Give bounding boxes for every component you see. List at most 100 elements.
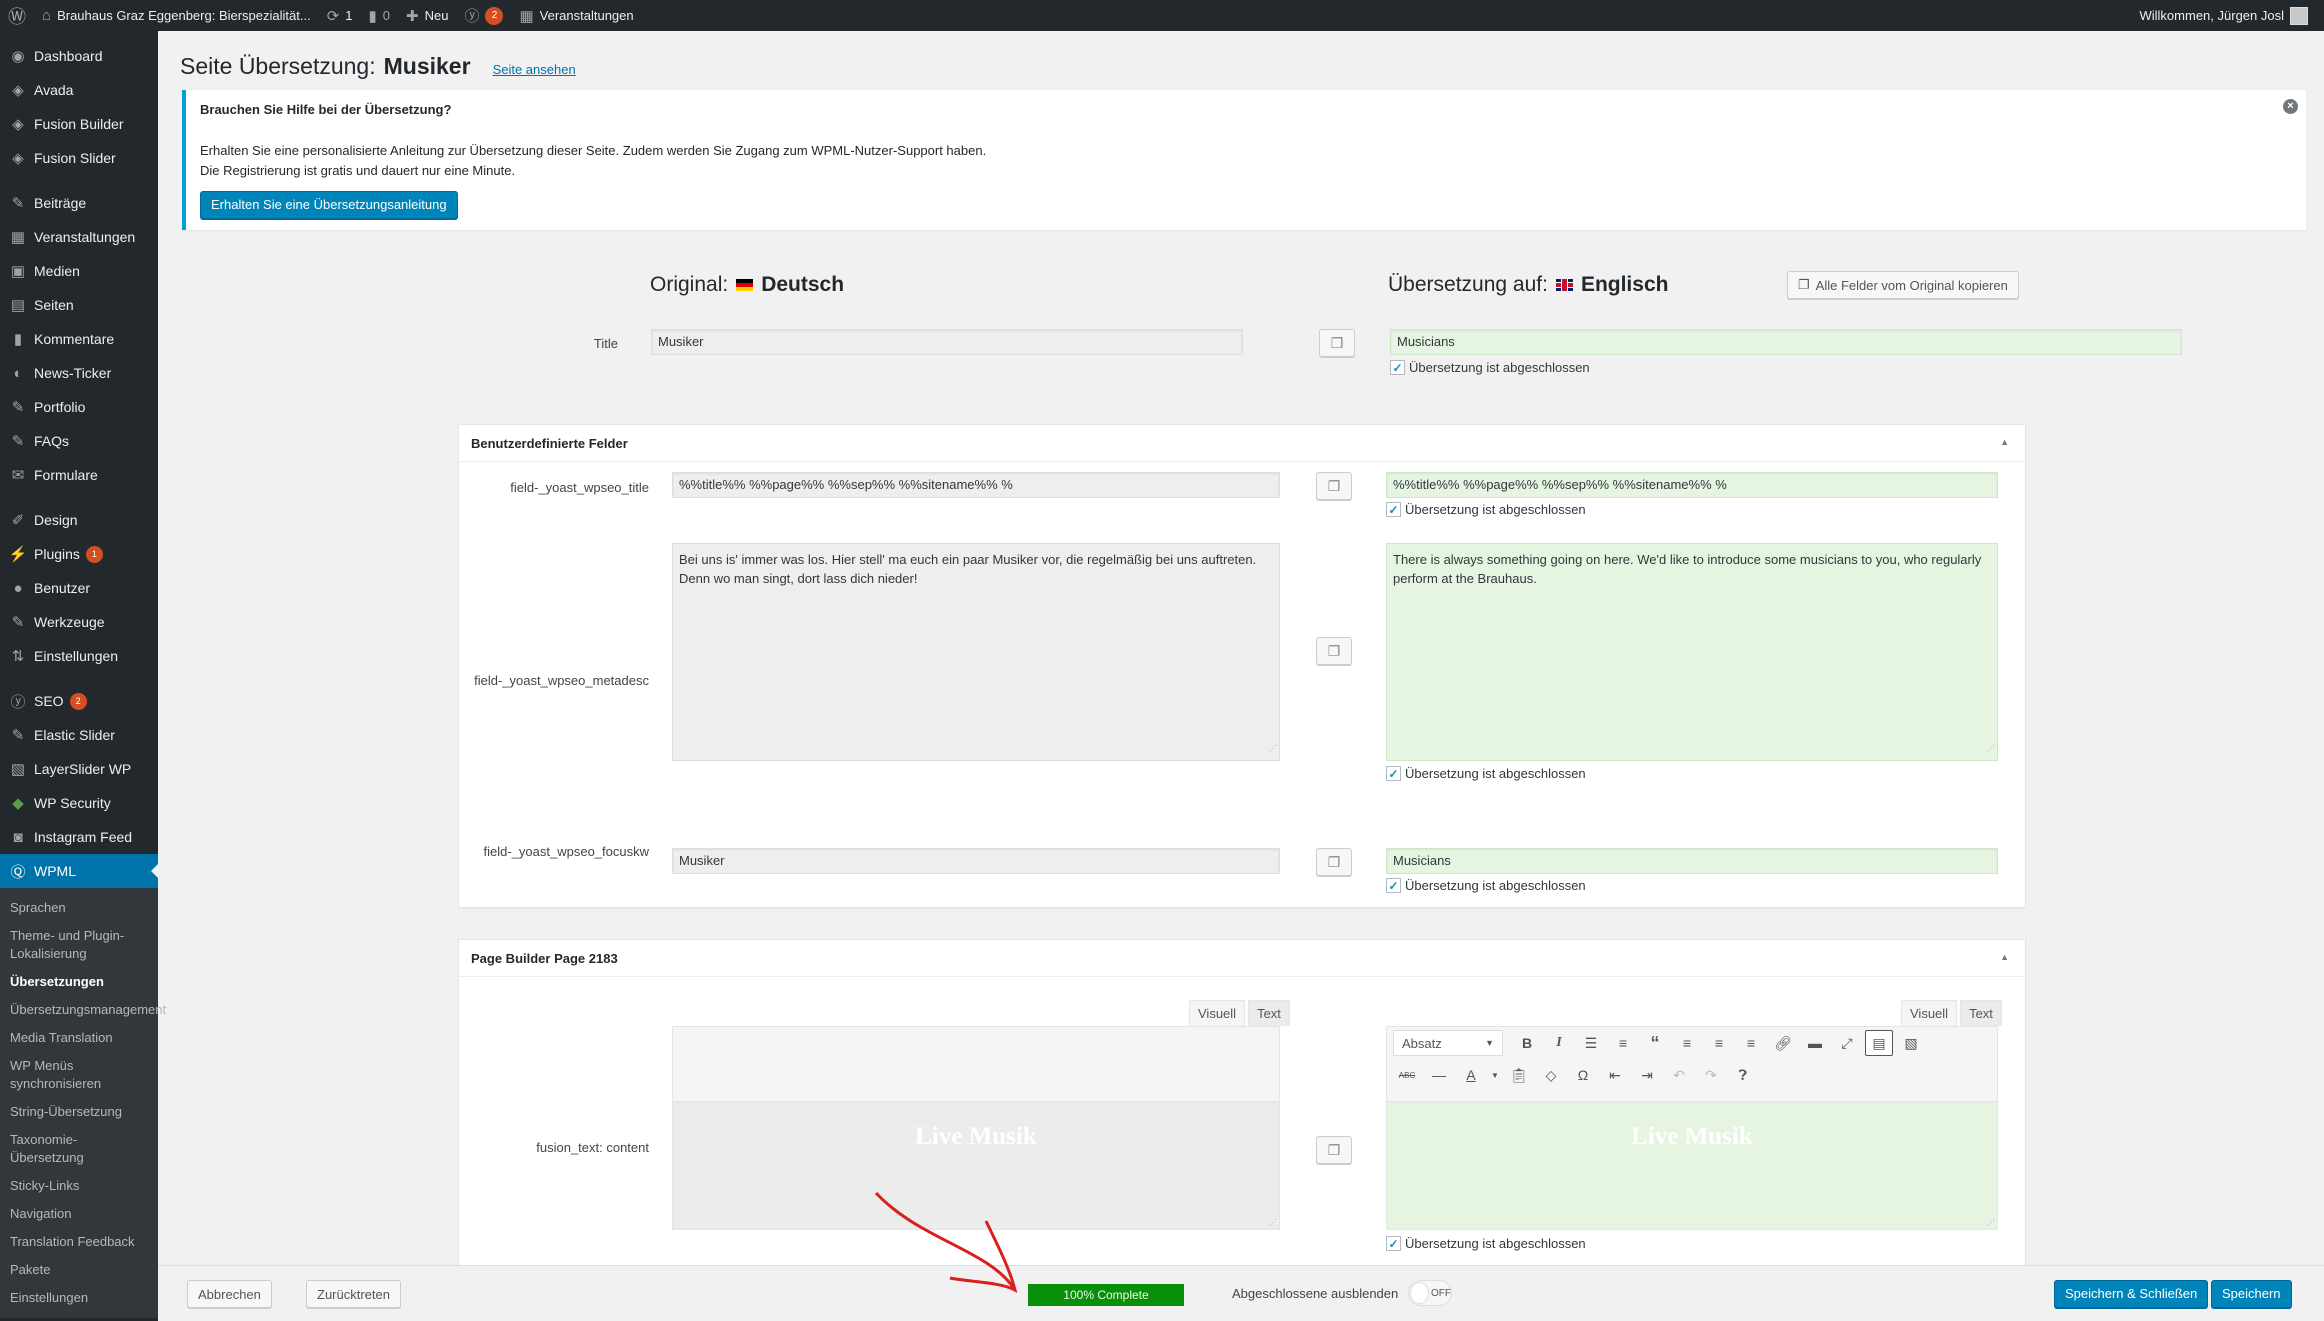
new-content-menu[interactable]: ✚ Neu [398,0,456,31]
sidebar-item-instagram-feed[interactable]: ◙ Instagram Feed [0,820,158,854]
collapse-toggle-icon[interactable]: ▲ [2000,437,2009,447]
dismiss-notice-icon[interactable]: × [2283,99,2298,114]
numbered-list-icon[interactable]: ≡ [1609,1030,1637,1056]
resign-button[interactable]: Zurücktreten [306,1280,401,1308]
field-complete-checkbox[interactable]: ✓ Übersetzung ist abgeschlossen [1386,878,1586,893]
translation-input[interactable]: %%title%% %%page%% %%sep%% %%sitename%% … [1386,472,1998,498]
updates-menu[interactable]: ⟳ 1 [319,0,361,31]
title-complete-checkbox[interactable]: ✓ Übersetzung ist abgeschlossen [1390,360,1590,375]
indent-icon[interactable]: ⇥ [1633,1062,1661,1088]
link-icon[interactable]: 🔗︎ [1769,1030,1797,1056]
sidebar-item-plugins[interactable]: ⚡ Plugins 1 [0,537,158,571]
submenu-item[interactable]: Übersetzungen [0,968,158,996]
read-more-icon[interactable]: ▬ [1801,1030,1829,1056]
bold-icon[interactable]: B [1513,1030,1541,1056]
format-select[interactable]: Absatz ▼ [1393,1030,1503,1056]
submenu-item[interactable]: Sprachen [0,894,158,922]
redo-icon[interactable]: ↷ [1697,1062,1725,1088]
copy-title-button[interactable]: ❐ [1319,329,1355,357]
my-account-menu[interactable]: Willkommen, Jürgen Josl [2132,0,2317,31]
strikethrough-icon[interactable]: ABC [1393,1062,1421,1088]
submenu-item[interactable]: Einstellungen [0,1284,158,1312]
text-color-icon[interactable]: A [1457,1062,1485,1088]
blockquote-icon[interactable]: “ [1641,1030,1669,1056]
help-icon[interactable]: ❓︎ [1729,1062,1757,1088]
copy-all-fields-button[interactable]: ❐ Alle Felder vom Original kopieren [1787,271,2019,299]
sidebar-item-benutzer[interactable]: ● Benutzer [0,571,158,605]
paste-text-icon[interactable]: 📋︎ [1505,1062,1533,1088]
outdent-icon[interactable]: ⇤ [1601,1062,1629,1088]
hide-completed-toggle[interactable]: OFF [1408,1280,1452,1306]
tab-text[interactable]: Text [1248,1000,1290,1026]
sidebar-item-wp-security[interactable]: ◆ WP Security [0,786,158,820]
submenu-item[interactable]: Translation Feedback [0,1228,158,1256]
submenu-item[interactable]: Übersetzungsmanagement [0,996,166,1024]
sidebar-item-beiträge[interactable]: ✎ Beiträge [0,186,158,220]
save-button[interactable]: Speichern [2211,1280,2292,1308]
sidebar-item-elastic-slider[interactable]: ✎ Elastic Slider [0,718,158,752]
sidebar-item-faqs[interactable]: ✎ FAQs [0,424,158,458]
site-name-menu[interactable]: ⌂ Brauhaus Graz Eggenberg: Bierspezialitä… [34,0,319,31]
translation-textarea[interactable]: There is always something going on here.… [1386,543,1998,761]
sidebar-item-seo[interactable]: ⓨ SEO 2 [0,684,158,718]
wp-logo-menu[interactable]: Ⓦ [0,0,34,31]
translation-editor-content[interactable]: Live Musik ⋰ [1386,1102,1998,1230]
sidebar-item-news-ticker[interactable]: ◐ News-Ticker [0,356,158,390]
resize-handle-icon[interactable]: ⋰ [1269,739,1277,758]
sidebar-item-veranstaltungen[interactable]: ▦ Veranstaltungen [0,220,158,254]
sidebar-item-avada[interactable]: ◈ Avada [0,73,158,107]
resize-handle-icon[interactable]: ⋰ [1987,739,1995,758]
submenu-item[interactable]: String-Übersetzung [0,1098,158,1126]
sidebar-item-formulare[interactable]: ✉ Formulare [0,458,158,492]
submenu-item[interactable]: WP Menüs synchronisieren [0,1052,158,1098]
sidebar-item-werkzeuge[interactable]: ✎ Werkzeuge [0,605,158,639]
align-center-icon[interactable]: ≡ [1705,1030,1733,1056]
fullscreen-icon[interactable]: ⤢ [1833,1030,1861,1056]
copy-field-button[interactable]: ❐ [1316,637,1352,665]
submenu-item[interactable]: Theme- und Plugin-Lokalisierung [0,922,158,968]
sidebar-item-design[interactable]: ✐ Design [0,503,158,537]
field-complete-checkbox[interactable]: ✓ Übersetzung ist abgeschlossen [1386,1236,1586,1251]
comments-menu[interactable]: ▮ 0 [361,0,399,31]
submenu-item[interactable]: Pakete [0,1256,158,1284]
sidebar-item-einstellungen[interactable]: ⇅ Einstellungen [0,639,158,673]
copy-field-button[interactable]: ❐ [1316,472,1352,500]
toolbar-toggle-icon[interactable]: ▤ [1865,1030,1893,1056]
italic-icon[interactable]: I [1545,1030,1573,1056]
sidebar-item-fusion-slider[interactable]: ◈ Fusion Slider [0,141,158,175]
submenu-item[interactable]: Taxonomie-Übersetzung [0,1126,158,1172]
save-and-close-button[interactable]: Speichern & Schließen [2054,1280,2209,1308]
sidebar-item-fusion-builder[interactable]: ◈ Fusion Builder [0,107,158,141]
align-right-icon[interactable]: ≡ [1737,1030,1765,1056]
field-complete-checkbox[interactable]: ✓ Übersetzung ist abgeschlossen [1386,502,1586,517]
tab-visual[interactable]: Visuell [1189,1000,1246,1026]
title-translation-input[interactable]: Musicians [1390,329,2182,355]
clear-formatting-icon[interactable]: ◇ [1537,1062,1565,1088]
submenu-item[interactable]: Media Translation [0,1024,158,1052]
resize-handle-icon[interactable]: ⋰ [1269,1218,1277,1227]
collapse-toggle-icon[interactable]: ▲ [2000,952,2009,962]
sidebar-item-kommentare[interactable]: ▮ Kommentare [0,322,158,356]
text-color-dropdown-icon[interactable]: ▼ [1489,1062,1501,1088]
copy-field-button[interactable]: ❐ [1316,848,1352,876]
tab-text[interactable]: Text [1960,1000,2002,1026]
align-left-icon[interactable]: ≡ [1673,1030,1701,1056]
submenu-item[interactable]: Sticky-Links [0,1172,158,1200]
tab-visual[interactable]: Visuell [1901,1000,1958,1026]
sidebar-item-dashboard[interactable]: ◉ Dashboard [0,39,158,73]
sidebar-item-medien[interactable]: ▣ Medien [0,254,158,288]
add-media-icon[interactable]: ▧ [1897,1030,1925,1056]
submenu-item[interactable]: Navigation [0,1200,158,1228]
sidebar-item-layerslider-wp[interactable]: ▧ LayerSlider WP [0,752,158,786]
copy-field-button[interactable]: ❐ [1316,1136,1352,1164]
view-page-link[interactable]: Seite ansehen [493,62,576,77]
bullet-list-icon[interactable]: ☰ [1577,1030,1605,1056]
yoast-seo-menu[interactable]: ⓨ 2 [456,0,511,31]
translation-input[interactable]: Musicians [1386,848,1998,874]
horizontal-line-icon[interactable]: — [1425,1062,1453,1088]
get-translation-guide-button[interactable]: Erhalten Sie eine Übersetzungsanleitung [200,191,458,219]
field-complete-checkbox[interactable]: ✓ Übersetzung ist abgeschlossen [1386,766,1586,781]
special-character-icon[interactable]: Ω [1569,1062,1597,1088]
undo-icon[interactable]: ↶ [1665,1062,1693,1088]
sidebar-item-seiten[interactable]: ▤ Seiten [0,288,158,322]
